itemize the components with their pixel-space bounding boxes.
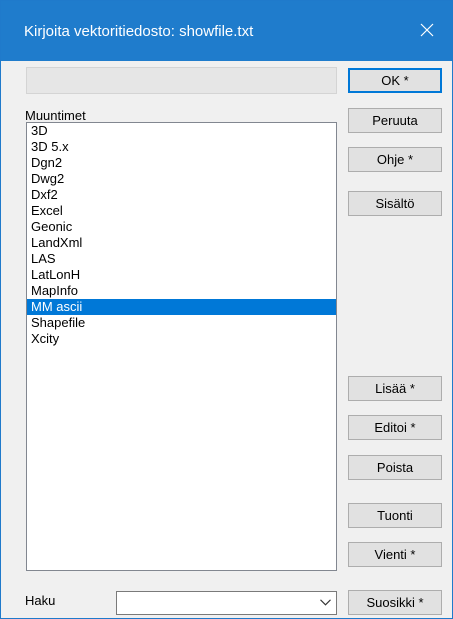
favorite-button[interactable]: Suosikki * [348,590,442,615]
ok-button[interactable]: OK * [348,68,442,93]
list-item[interactable]: MM ascii [27,299,336,315]
search-label: Haku [25,593,56,608]
list-item[interactable]: LAS [27,251,336,267]
converters-label: Muuntimet [25,108,86,123]
list-item[interactable]: Geonic [27,219,336,235]
window-title: Kirjoita vektoritiedosto: showfile.txt [24,23,254,40]
list-item[interactable]: LandXml [27,235,336,251]
converters-list[interactable]: 3D 3D 5.x Dgn2 Dwg2 Dxf2 Excel Geonic LandXml LA… [26,122,337,571]
close-icon [420,23,434,37]
export-button[interactable]: Vienti * [348,542,442,567]
list-item[interactable]: LatLonH [27,267,336,283]
close-button[interactable] [410,15,444,45]
help-button[interactable]: Ohje * [348,147,442,172]
chevron-down-icon [320,599,331,606]
dialog-window: Kirjoita vektoritiedosto: showfile.txt M… [0,0,453,619]
cancel-button[interactable]: Peruuta [348,108,442,133]
import-button[interactable]: Tuonti [348,503,442,528]
contents-button[interactable]: Sisältö [348,191,442,216]
list-item[interactable]: 3D 5.x [27,139,336,155]
edit-button[interactable]: Editoi * [348,415,442,440]
list-item[interactable]: Shapefile [27,315,336,331]
list-item[interactable]: Dgn2 [27,155,336,171]
title-bar[interactable]: Kirjoita vektoritiedosto: showfile.txt [1,1,452,61]
list-item[interactable]: Xcity [27,331,336,347]
list-item[interactable]: Excel [27,203,336,219]
file-name-field[interactable] [26,67,337,94]
list-item[interactable]: Dxf2 [27,187,336,203]
list-item[interactable]: MapInfo [27,283,336,299]
search-combobox[interactable] [116,591,337,615]
delete-button[interactable]: Poista [348,455,442,480]
list-item[interactable]: 3D [27,123,336,139]
list-item[interactable]: Dwg2 [27,171,336,187]
add-button[interactable]: Lisää * [348,376,442,401]
